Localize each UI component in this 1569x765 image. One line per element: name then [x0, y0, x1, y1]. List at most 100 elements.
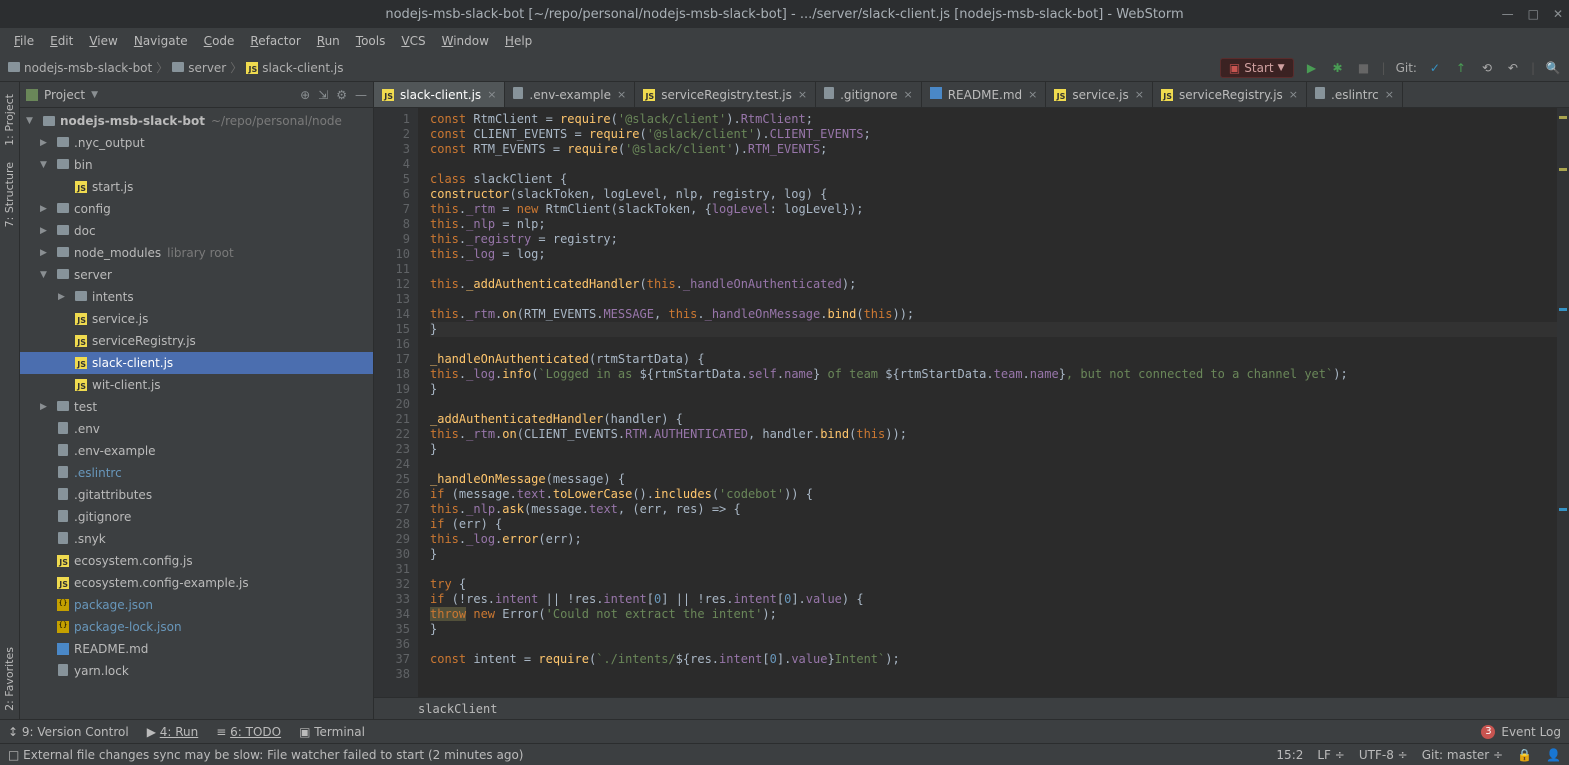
expand-arrow-icon[interactable]: ▶	[40, 248, 54, 258]
structure-tab[interactable]: 7: Structure	[1, 154, 18, 235]
lock-icon[interactable]: 🔒	[1517, 748, 1532, 762]
tree-item[interactable]: ▼bin	[20, 154, 373, 176]
menu-help[interactable]: Help	[499, 32, 538, 50]
caret-position[interactable]: 15:2	[1276, 748, 1303, 762]
git-revert-icon[interactable]: ↶	[1505, 60, 1521, 76]
search-icon[interactable]: 🔍	[1545, 60, 1561, 76]
code-area[interactable]: const RtmClient = require('@slack/client…	[418, 108, 1557, 697]
scroll-strip[interactable]	[1557, 108, 1569, 697]
encoding[interactable]: UTF-8 ÷	[1359, 748, 1408, 762]
expand-arrow-icon[interactable]: ▶	[40, 138, 54, 148]
tree-item[interactable]: JSslack-client.js	[20, 352, 373, 374]
expand-arrow-icon[interactable]: ▶	[40, 204, 54, 214]
close-tab-icon[interactable]: ×	[1135, 88, 1144, 101]
debug-icon[interactable]: ✱	[1330, 60, 1346, 76]
breadcrumb-item[interactable]: server	[172, 61, 226, 75]
tree-item[interactable]: {}package.json	[20, 594, 373, 616]
project-tab[interactable]: 1: Project	[1, 86, 18, 154]
project-view-title[interactable]: Project	[44, 88, 85, 102]
tree-item[interactable]: .eslintrc	[20, 462, 373, 484]
tree-item[interactable]: yarn.lock	[20, 660, 373, 682]
menu-edit[interactable]: Edit	[44, 32, 79, 50]
tree-item[interactable]: ▶test	[20, 396, 373, 418]
tree-item[interactable]: .gitignore	[20, 506, 373, 528]
tree-item[interactable]: ▶node_moduleslibrary root	[20, 242, 373, 264]
editor-tab[interactable]: README.md×	[922, 82, 1047, 107]
tree-item[interactable]: JSecosystem.config.js	[20, 550, 373, 572]
breadcrumb-item[interactable]: nodejs-msb-slack-bot	[8, 61, 152, 75]
tree-item[interactable]: ▶intents	[20, 286, 373, 308]
menu-file[interactable]: File	[8, 32, 40, 50]
collapse-icon[interactable]: ⇲	[318, 88, 328, 102]
expand-arrow-icon[interactable]: ▶	[40, 226, 54, 236]
editor-tab[interactable]: JSserviceRegistry.js×	[1153, 82, 1307, 107]
stop-icon[interactable]: ■	[1356, 60, 1372, 76]
close-tab-icon[interactable]: ×	[1385, 88, 1394, 101]
tree-item[interactable]: ▶config	[20, 198, 373, 220]
close-icon[interactable]: ✕	[1553, 7, 1563, 21]
close-tab-icon[interactable]: ×	[904, 88, 913, 101]
close-tab-icon[interactable]: ×	[1028, 88, 1037, 101]
project-tree[interactable]: ▼ nodejs-msb-slack-bot ~/repo/personal/n…	[20, 108, 373, 719]
close-tab-icon[interactable]: ×	[1289, 88, 1298, 101]
inspector-icon[interactable]: 👤	[1546, 748, 1561, 762]
menu-code[interactable]: Code	[198, 32, 241, 50]
tree-item[interactable]: JSserviceRegistry.js	[20, 330, 373, 352]
menu-vcs[interactable]: VCS	[395, 32, 431, 50]
tree-item[interactable]: {}package-lock.json	[20, 616, 373, 638]
expand-arrow-icon[interactable]: ▼	[40, 270, 54, 280]
tree-item[interactable]: JSwit-client.js	[20, 374, 373, 396]
menu-tools[interactable]: Tools	[350, 32, 392, 50]
tree-root[interactable]: ▼ nodejs-msb-slack-bot ~/repo/personal/n…	[20, 110, 373, 132]
git-update-icon[interactable]: ✓	[1427, 60, 1443, 76]
editor-tab[interactable]: JSslack-client.js×	[374, 82, 505, 107]
editor-tab[interactable]: .eslintrc×	[1307, 82, 1403, 107]
tree-item[interactable]: JSstart.js	[20, 176, 373, 198]
menu-window[interactable]: Window	[436, 32, 495, 50]
tree-item[interactable]: .snyk	[20, 528, 373, 550]
menu-view[interactable]: View	[83, 32, 123, 50]
git-commit-icon[interactable]: ↑	[1453, 60, 1469, 76]
tree-item[interactable]: .env-example	[20, 440, 373, 462]
editor-tab[interactable]: JSserviceRegistry.test.js×	[635, 82, 816, 107]
todo-tab[interactable]: ≡ 6: TODO	[216, 725, 281, 739]
run-tab[interactable]: ▶ 4: Run	[147, 725, 199, 739]
expand-arrow-icon[interactable]: ▼	[40, 160, 54, 170]
editor-tab[interactable]: JSservice.js×	[1046, 82, 1153, 107]
chevron-down-icon[interactable]: ▼	[91, 90, 98, 100]
close-tab-icon[interactable]: ×	[798, 88, 807, 101]
menu-navigate[interactable]: Navigate	[128, 32, 194, 50]
maximize-icon[interactable]: □	[1528, 7, 1539, 21]
terminal-tab[interactable]: ▣ Terminal	[299, 725, 365, 739]
event-log[interactable]: 3 Event Log	[1481, 725, 1561, 739]
editor-tab[interactable]: .env-example×	[505, 82, 635, 107]
gear-icon[interactable]: ⚙	[336, 88, 347, 102]
tree-item[interactable]: .gitattributes	[20, 484, 373, 506]
code-breadcrumb[interactable]: slackClient	[374, 697, 1569, 719]
expand-arrow-icon[interactable]: ▶	[58, 292, 72, 302]
favorites-tab[interactable]: 2: Favorites	[1, 639, 18, 719]
run-configuration[interactable]: ▣ Start ▼	[1220, 58, 1294, 78]
tree-item[interactable]: JSservice.js	[20, 308, 373, 330]
git-history-icon[interactable]: ⟲	[1479, 60, 1495, 76]
version-control-tab[interactable]: ↕ 9: Version Control	[8, 725, 129, 739]
expand-arrow-icon[interactable]: ▶	[40, 402, 54, 412]
tree-item[interactable]: ▶doc	[20, 220, 373, 242]
tree-item[interactable]: ▶.nyc_output	[20, 132, 373, 154]
menu-refactor[interactable]: Refactor	[244, 32, 306, 50]
editor-tab[interactable]: .gitignore×	[816, 82, 922, 107]
tree-item[interactable]: .env	[20, 418, 373, 440]
menu-run[interactable]: Run	[311, 32, 346, 50]
run-icon[interactable]: ▶	[1304, 60, 1320, 76]
line-separator[interactable]: LF ÷	[1317, 748, 1344, 762]
minimize-icon[interactable]: —	[1502, 7, 1514, 21]
tree-item[interactable]: JSecosystem.config-example.js	[20, 572, 373, 594]
breadcrumb-item[interactable]: JSslack-client.js	[246, 61, 343, 75]
tree-item[interactable]: README.md	[20, 638, 373, 660]
tree-item[interactable]: ▼server	[20, 264, 373, 286]
close-tab-icon[interactable]: ×	[487, 88, 496, 101]
hide-icon[interactable]: —	[355, 88, 367, 102]
close-tab-icon[interactable]: ×	[617, 88, 626, 101]
git-branch[interactable]: Git: master ÷	[1422, 748, 1503, 762]
locate-icon[interactable]: ⊕	[300, 88, 310, 102]
